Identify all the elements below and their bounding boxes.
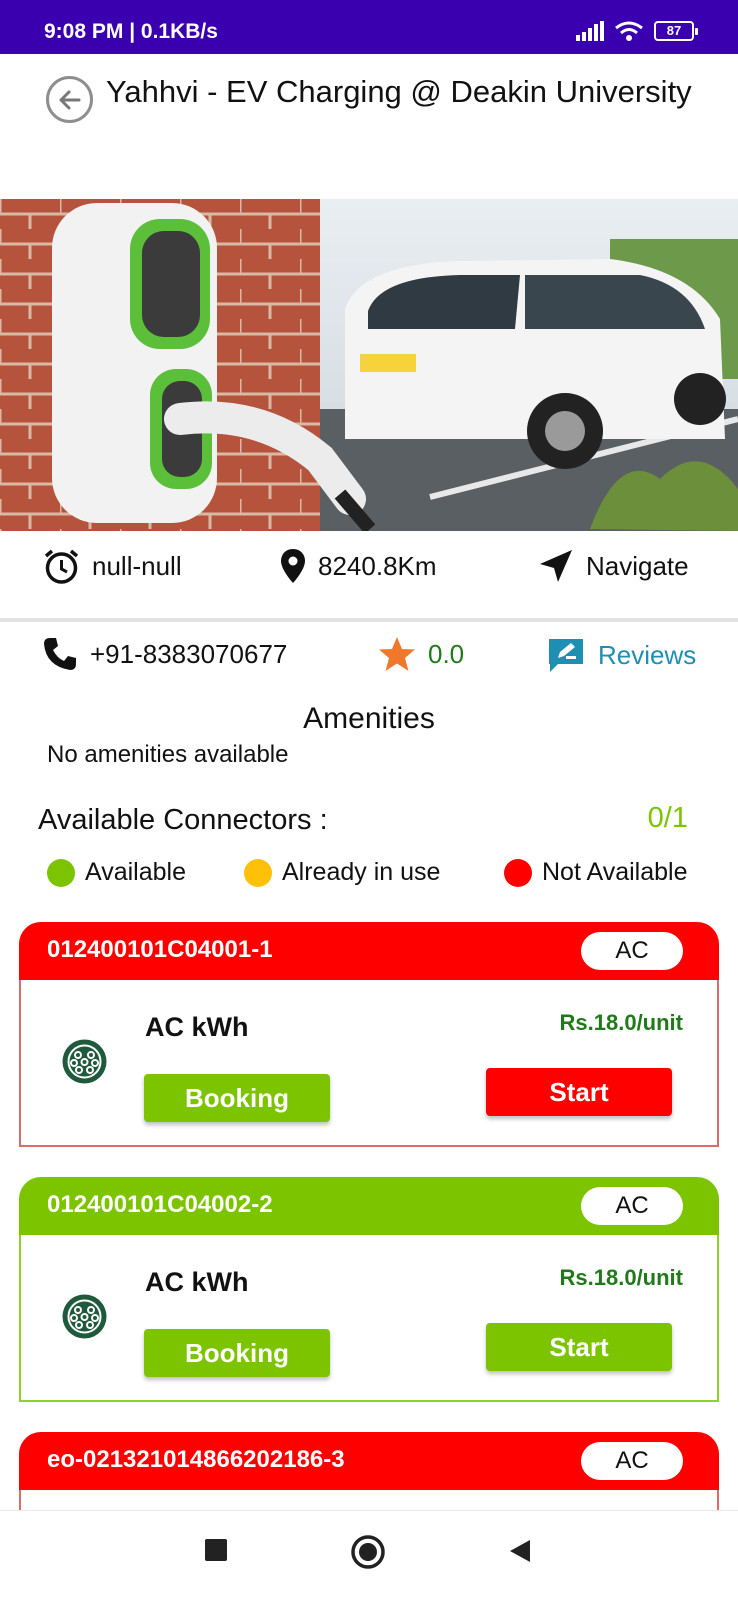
navigate-label: Navigate — [586, 550, 689, 581]
status-time: 9:08 PM | 0.1KB/s — [44, 20, 218, 43]
reviews-button[interactable]: Reviews — [546, 636, 696, 674]
connector-card: 012400101C04002-2 AC AC kWh Rs.18.0/unit… — [19, 1177, 719, 1402]
station-photo — [0, 199, 738, 531]
booking-button[interactable]: Booking — [144, 1329, 330, 1377]
wifi-icon — [615, 21, 643, 41]
back-nav-button[interactable] — [508, 1539, 532, 1568]
back-button[interactable] — [46, 76, 93, 123]
phone-icon — [44, 638, 76, 670]
amenities-title: Amenities — [303, 702, 435, 735]
connector-card-header: eo-021321014866202186-3 AC — [19, 1432, 719, 1490]
contact-row: +91-8383070677 0.0 Reviews — [0, 636, 738, 686]
header: Yahhvi - EV Charging @ Deakin University — [0, 54, 738, 199]
home-button[interactable] — [351, 1535, 385, 1574]
legend-not-available-label: Not Available — [542, 858, 688, 886]
connector-price: Rs.18.0/unit — [559, 1010, 683, 1035]
location-pin-icon — [281, 549, 305, 583]
connector-label: AC kWh — [145, 1012, 249, 1042]
navigation-arrow-icon — [540, 550, 572, 582]
arrow-left-icon — [59, 90, 80, 109]
navigate-button[interactable]: Navigate — [538, 548, 689, 584]
connector-card: 012400101C04001-1 AC AC kWh Rs.18.0/unit… — [19, 922, 719, 1147]
connectors-title: Available Connectors : — [38, 804, 328, 836]
status-bar: 9:08 PM | 0.1KB/s 87 — [0, 0, 738, 54]
connector-id: 012400101C04001-1 — [47, 936, 273, 963]
review-edit-icon — [549, 639, 583, 672]
alarm-clock-icon — [44, 549, 79, 584]
star-icon — [379, 637, 415, 671]
phone-button[interactable]: +91-8383070677 — [42, 636, 287, 672]
connector-type-badge: AC — [581, 1442, 683, 1480]
system-nav-bar — [0, 1510, 738, 1600]
type2-plug-icon — [62, 1039, 107, 1084]
page-title: Yahhvi - EV Charging @ Deakin University — [106, 74, 692, 109]
legend-in-use: Already in use — [244, 858, 440, 887]
phone-number: +91-8383070677 — [90, 638, 288, 669]
in-use-dot-icon — [244, 858, 272, 887]
distance-text: 8240.8Km — [318, 550, 437, 581]
hours-info: null-null — [43, 548, 182, 585]
connector-card-body — [19, 1490, 719, 1512]
connector-card-body: AC kWh Rs.18.0/unit Booking Start — [19, 1235, 719, 1402]
connector-type-badge: AC — [581, 932, 683, 970]
type2-plug-icon — [62, 1294, 107, 1339]
square-icon — [205, 1539, 227, 1561]
connector-price: Rs.18.0/unit — [559, 1265, 683, 1290]
available-dot-icon — [47, 858, 75, 887]
signal-icon — [576, 21, 604, 41]
connector-label: AC kWh — [145, 1267, 249, 1297]
legend-available: Available — [47, 858, 186, 887]
legend-available-label: Available — [85, 858, 187, 886]
legend-not-available: Not Available — [504, 858, 687, 887]
not-available-dot-icon — [504, 858, 532, 887]
status-icons: 87 — [576, 20, 698, 42]
info-row: null-null 8240.8Km Navigate — [0, 548, 738, 604]
divider — [0, 618, 738, 622]
connector-id: 012400101C04002-2 — [47, 1191, 273, 1218]
connector-card-header: 012400101C04001-1 AC — [19, 922, 719, 980]
start-button[interactable]: Start — [486, 1323, 672, 1371]
circle-icon — [351, 1535, 385, 1569]
rating-value: 0.0 — [428, 638, 465, 669]
distance-info: 8240.8Km — [280, 548, 437, 584]
hours-text: null-null — [92, 551, 182, 581]
battery-icon: 87 — [654, 21, 698, 41]
connector-card-header: 012400101C04002-2 AC — [19, 1177, 719, 1235]
reviews-label: Reviews — [598, 639, 697, 670]
amenities-text: No amenities available — [47, 741, 289, 768]
connectors-count: 0/1 — [647, 802, 688, 834]
legend-in-use-label: Already in use — [282, 858, 441, 886]
connector-card-body: AC kWh Rs.18.0/unit Booking Start — [19, 980, 719, 1147]
booking-button[interactable]: Booking — [144, 1074, 330, 1122]
start-button[interactable]: Start — [486, 1068, 672, 1116]
legend: Available Already in use Not Available — [0, 858, 738, 894]
connector-type-badge: AC — [581, 1187, 683, 1225]
triangle-back-icon — [510, 1540, 530, 1562]
connector-id: eo-021321014866202186-3 — [47, 1446, 345, 1473]
recents-button[interactable] — [205, 1539, 227, 1566]
rating: 0.0 — [378, 636, 464, 672]
connector-card: eo-021321014866202186-3 AC — [19, 1432, 719, 1512]
